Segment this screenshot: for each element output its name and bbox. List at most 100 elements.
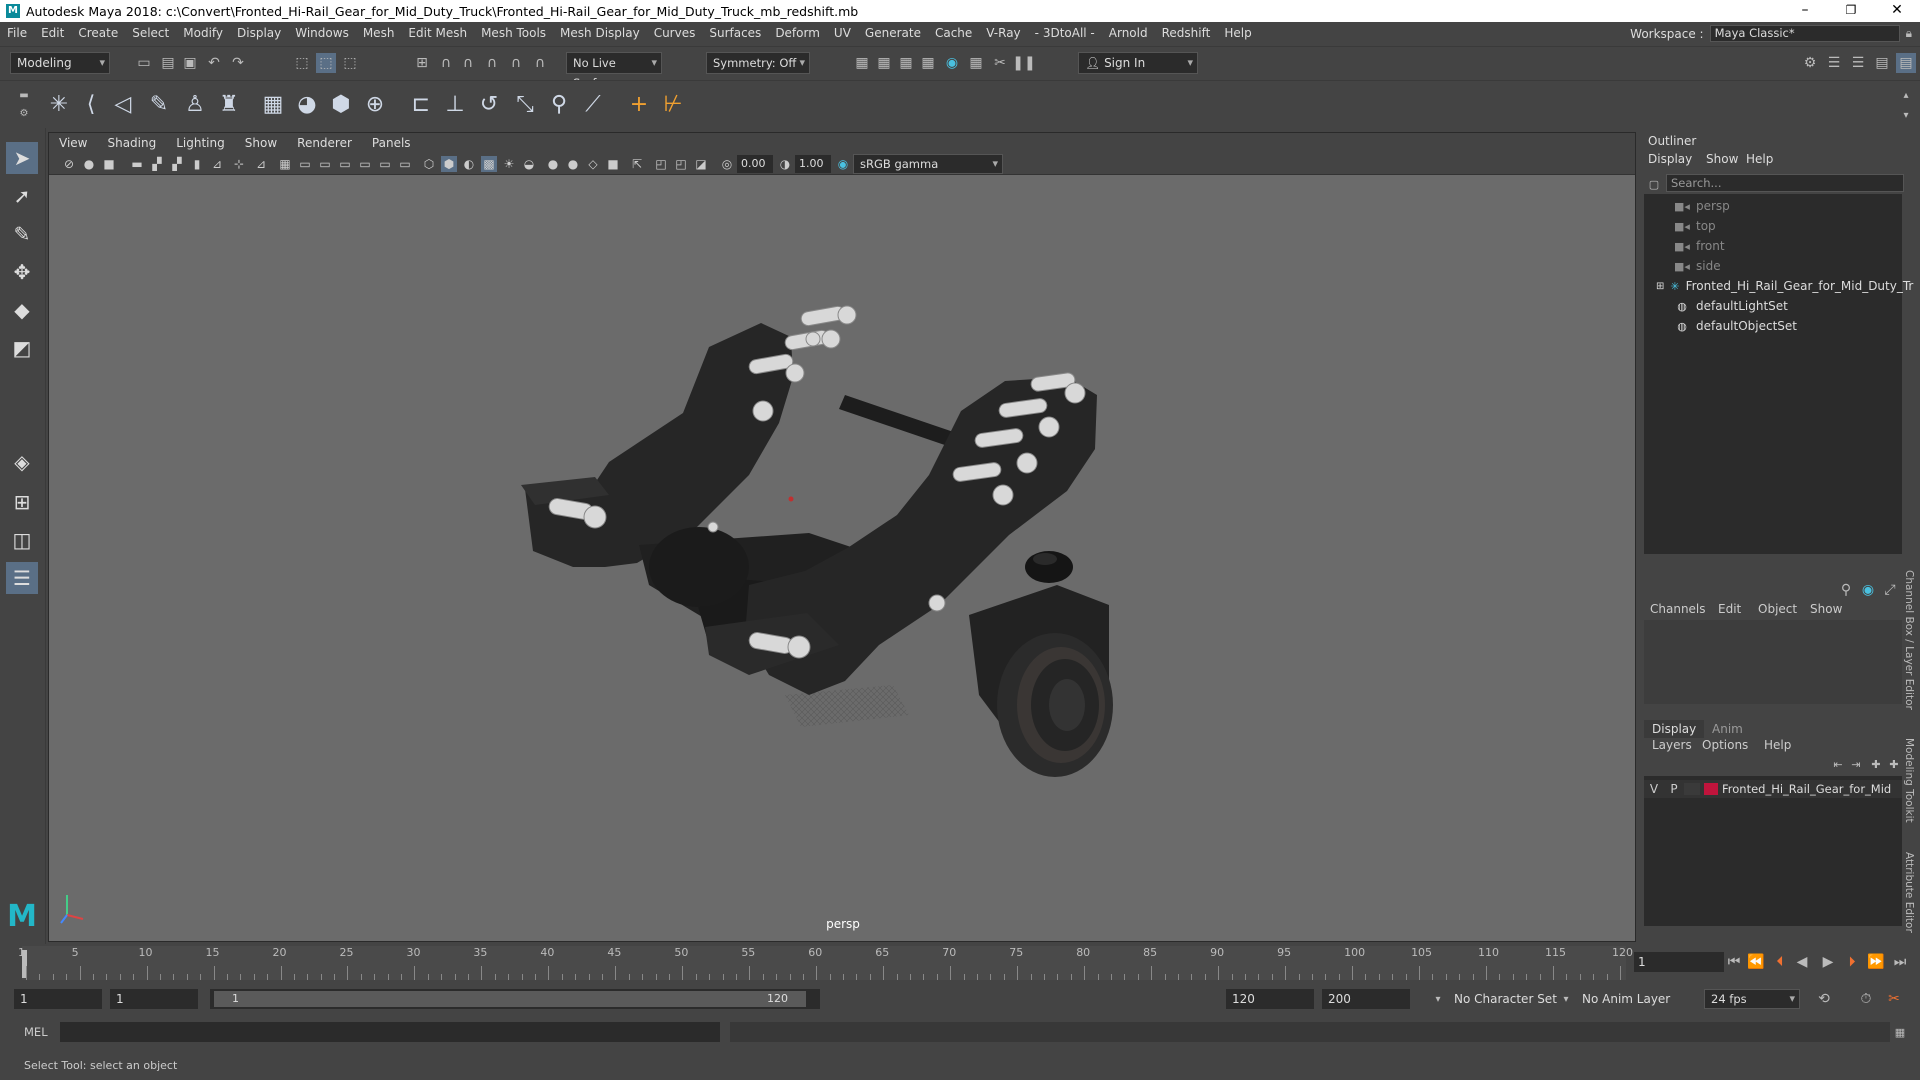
menu-vray[interactable]: V-Ray bbox=[979, 26, 1027, 40]
viewport-menu-view[interactable]: View bbox=[49, 136, 97, 150]
color-space-dropdown[interactable]: sRGB gamma bbox=[853, 154, 1003, 174]
select-component-icon[interactable]: ⬚ bbox=[340, 53, 360, 73]
blend-shape-icon[interactable]: ◕ bbox=[292, 89, 322, 119]
menu-arnold[interactable]: Arnold bbox=[1102, 26, 1155, 40]
shaded-cube-icon[interactable]: ⬢ bbox=[441, 156, 457, 172]
tab-channel-box-layer-editor[interactable]: Channel Box / Layer Editor bbox=[1903, 570, 1915, 710]
outliner-layout-icon[interactable]: ☰ bbox=[6, 562, 38, 594]
tab-modeling-toolkit[interactable]: Modeling Toolkit bbox=[1903, 738, 1915, 823]
menu-curves[interactable]: Curves bbox=[647, 26, 703, 40]
script-editor-icon[interactable]: ▦ bbox=[1890, 1022, 1910, 1042]
mel-input[interactable] bbox=[60, 1022, 720, 1042]
go-to-start-icon[interactable]: ⏮ bbox=[1724, 952, 1744, 972]
wireframe-cube-icon[interactable]: ⬡ bbox=[421, 156, 437, 172]
anim-layer-arrow-icon[interactable]: ▾ bbox=[1556, 989, 1576, 1009]
depth-of-field-icon[interactable]: ■ bbox=[605, 156, 621, 172]
outliner-item-defaultlightset[interactable]: ◍ defaultLightSet bbox=[1674, 296, 1920, 316]
time-slider-bar[interactable]: 1 5 10 15 20 25 30 35 40 45 50 55 60 65 70 75 80 85 90 95 10… bbox=[18, 946, 1633, 980]
play-forward-icon[interactable]: ▶ bbox=[1818, 952, 1838, 972]
render-settings-icon[interactable]: ▦ bbox=[918, 53, 938, 73]
layer-menu-help[interactable]: Help bbox=[1764, 738, 1791, 752]
anti-aliasing-icon[interactable]: ◇ bbox=[585, 156, 601, 172]
menu-modify[interactable]: Modify bbox=[176, 26, 230, 40]
outliner-item-side[interactable]: ■◂ side bbox=[1674, 256, 1920, 276]
channel-menu-edit[interactable]: Edit bbox=[1718, 602, 1741, 616]
outliner-item-defaultobjectset[interactable]: ◍ defaultObjectSet bbox=[1674, 316, 1920, 336]
live-surface-field[interactable]: No Live Surface bbox=[566, 52, 662, 90]
menu-help[interactable]: Help bbox=[1217, 26, 1258, 40]
ipr-render-icon[interactable]: ▦ bbox=[896, 53, 916, 73]
smooth-shade-icon[interactable]: ▭ bbox=[377, 156, 393, 172]
menu-deform[interactable]: Deform bbox=[768, 26, 827, 40]
shelf-menu-icon[interactable]: ▬ bbox=[14, 85, 34, 105]
outliner-menu-show[interactable]: Show bbox=[1706, 152, 1738, 166]
ik-handle-icon[interactable]: ⟨ bbox=[76, 89, 106, 119]
layer-name[interactable]: Fronted_Hi_Rail_Gear_for_Mid bbox=[1722, 782, 1891, 796]
locator-icon[interactable]: + bbox=[624, 89, 654, 119]
character-set-arrow-icon[interactable]: ▾ bbox=[1428, 989, 1448, 1009]
current-frame-field[interactable]: 1 bbox=[1634, 952, 1724, 972]
start-frame-field[interactable]: 1 bbox=[14, 989, 102, 1009]
snap-view-icon[interactable]: ∩ bbox=[482, 53, 502, 73]
viewport-panel[interactable]: View Shading Lighting Show Renderer Pane… bbox=[48, 132, 1636, 942]
safe-action-icon[interactable]: ▭ bbox=[297, 156, 313, 172]
viewport-menu-shading[interactable]: Shading bbox=[97, 136, 166, 150]
step-forward-frame-icon[interactable]: ⏵ bbox=[1842, 952, 1862, 972]
playback-start-field[interactable]: 1 bbox=[110, 989, 198, 1009]
layer-tab-anim[interactable]: Anim bbox=[1712, 722, 1743, 736]
film-gate-icon[interactable]: ⊿ bbox=[209, 156, 225, 172]
snap-surface-icon[interactable]: ∩ bbox=[506, 53, 526, 73]
step-back-key-icon[interactable]: ⏪ bbox=[1746, 952, 1766, 972]
xray-icon[interactable]: ▩ bbox=[481, 156, 497, 172]
anim-layer-dropdown[interactable]: No Anim Layer bbox=[1576, 989, 1686, 1009]
end-frame-field[interactable]: 200 bbox=[1322, 989, 1410, 1009]
grease-pencil-icon[interactable]: ▞ bbox=[169, 156, 185, 172]
snap-point-icon[interactable]: ∩ bbox=[458, 53, 478, 73]
isolate-select-icon[interactable]: ⇱ bbox=[629, 156, 645, 172]
shadows-icon[interactable]: ◒ bbox=[521, 156, 537, 172]
textured-icon[interactable]: ◐ bbox=[461, 156, 477, 172]
workspace-dropdown[interactable]: Maya Classic* bbox=[1709, 25, 1900, 42]
menu-windows[interactable]: Windows bbox=[288, 26, 356, 40]
camera-attributes-icon[interactable]: ● bbox=[81, 156, 97, 172]
render-sequence-icon[interactable]: ▦ bbox=[966, 53, 986, 73]
layer-color-swatch[interactable] bbox=[1704, 783, 1718, 795]
ik-spline-icon[interactable]: ◁ bbox=[108, 89, 138, 119]
new-layer-icon[interactable]: ✚ bbox=[1866, 754, 1886, 774]
paint-weights-icon[interactable]: ▦ bbox=[258, 89, 288, 119]
resolution-gate-icon[interactable]: ⊹ bbox=[231, 156, 247, 172]
tab-attribute-editor[interactable]: Attribute Editor bbox=[1903, 852, 1915, 933]
rotate-tool-icon[interactable]: ◆ bbox=[6, 294, 38, 326]
snap-grid-icon[interactable]: ⊞ bbox=[412, 53, 432, 73]
step-back-frame-icon[interactable]: ⏴ bbox=[1770, 952, 1790, 972]
backface-icon[interactable]: ◪ bbox=[693, 156, 709, 172]
menu-display[interactable]: Display bbox=[230, 26, 288, 40]
outliner-menu-help[interactable]: Help bbox=[1746, 152, 1773, 166]
outliner-menu-display[interactable]: Display bbox=[1648, 152, 1692, 166]
step-forward-key-icon[interactable]: ⏩ bbox=[1866, 952, 1886, 972]
lock-icon[interactable]: 🔒︎ bbox=[1906, 26, 1912, 41]
channel-box-icon-b[interactable]: ◉ bbox=[1858, 580, 1878, 600]
channel-box-icon-c[interactable]: ⤢ bbox=[1880, 580, 1900, 600]
outliner-toggle-icon[interactable]: ▤ bbox=[1896, 53, 1916, 73]
menu-redshift[interactable]: Redshift bbox=[1155, 26, 1218, 40]
hypershade-icon[interactable]: ◉ bbox=[942, 53, 962, 73]
field-chart-icon[interactable]: ▭ bbox=[337, 156, 353, 172]
move-layer-down-icon[interactable]: ⇥ bbox=[1846, 754, 1866, 774]
snap-curve-icon[interactable]: ∩ bbox=[436, 53, 456, 73]
range-bar[interactable]: 1 120 bbox=[210, 989, 820, 1009]
select-hierarchy-icon[interactable]: ⬚ bbox=[292, 53, 312, 73]
bookmark-icon[interactable]: ■ bbox=[101, 156, 117, 172]
constraint-orient-icon[interactable]: ↺ bbox=[474, 89, 504, 119]
mel-label[interactable]: MEL bbox=[24, 1025, 48, 1039]
minimize-button[interactable]: – bbox=[1782, 0, 1828, 22]
3d-scene[interactable]: persp bbox=[49, 175, 1637, 943]
camera-lock-icon[interactable]: ▮ bbox=[189, 156, 205, 172]
gamma-field[interactable]: 1.00 bbox=[795, 155, 831, 173]
auto-key-icon[interactable]: ⏱ bbox=[1856, 989, 1876, 1009]
scale-tool-icon[interactable]: ◩ bbox=[6, 332, 38, 364]
menu-uv[interactable]: UV bbox=[827, 26, 858, 40]
undo-icon[interactable]: ↶ bbox=[204, 53, 224, 73]
channel-box-icon-a[interactable]: ⚲ bbox=[1836, 580, 1856, 600]
new-scene-icon[interactable]: ▭ bbox=[134, 53, 154, 73]
